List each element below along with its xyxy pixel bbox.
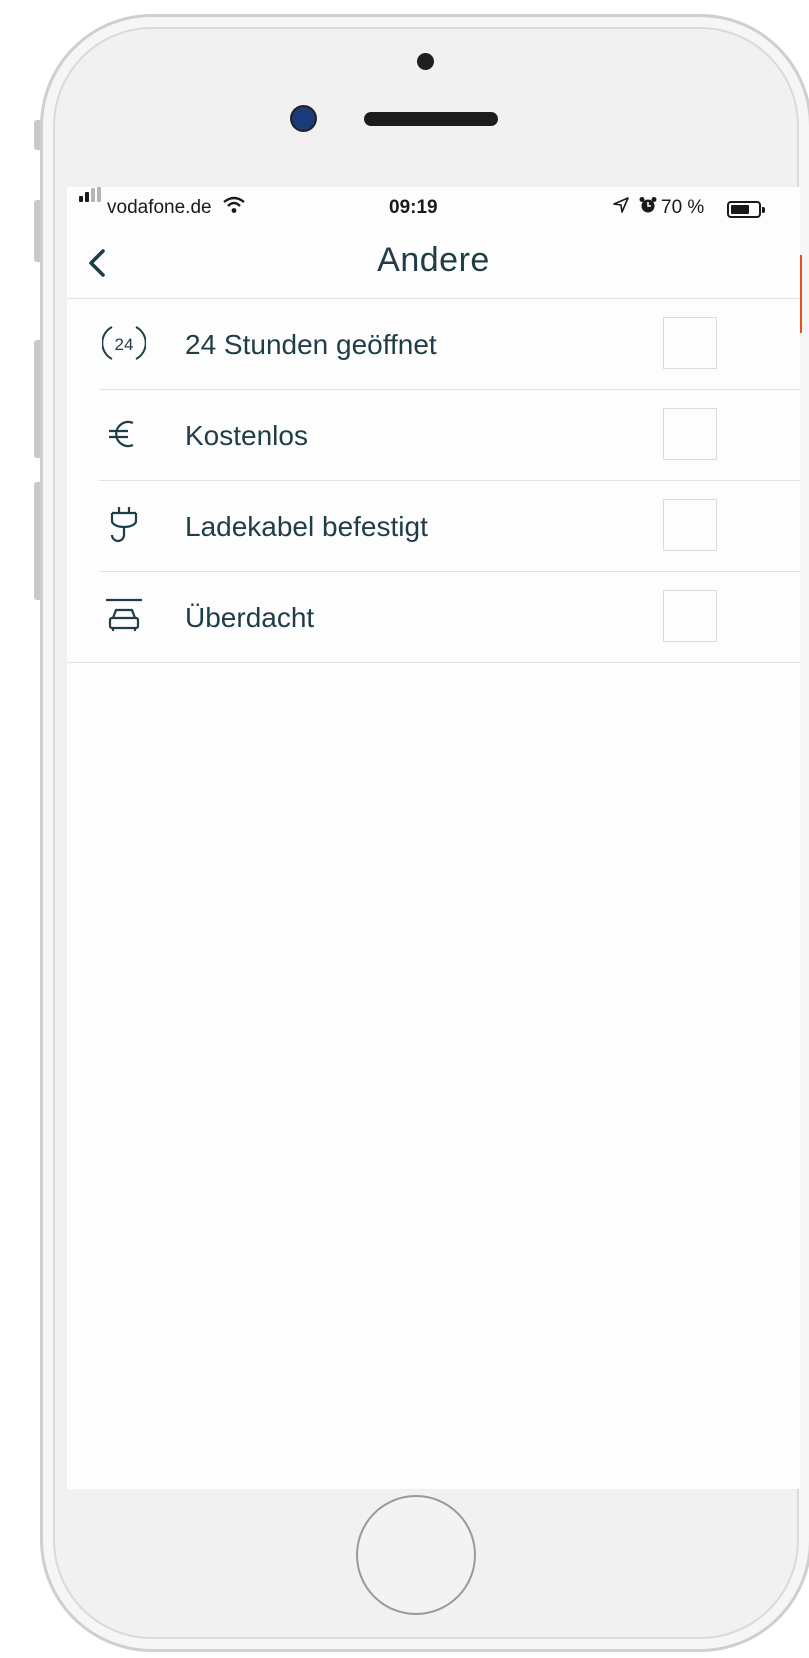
covered-car-icon <box>102 594 146 638</box>
home-button[interactable] <box>356 1495 476 1615</box>
alarm-clock-icon <box>639 196 657 219</box>
battery-percent: 70 % <box>661 197 705 218</box>
filter-checkbox[interactable] <box>663 590 717 642</box>
wifi-icon <box>223 196 245 219</box>
location-arrow-icon <box>612 196 630 219</box>
filter-label: Überdacht <box>185 602 315 633</box>
filter-checkbox[interactable] <box>663 408 717 460</box>
status-time: 09:19 <box>389 197 438 218</box>
filter-list: 24 24 Stunden geöffnet Kostenlos Ladekab… <box>67 299 800 663</box>
filter-row-cable[interactable]: Ladekabel befestigt <box>67 481 800 572</box>
page-title: Andere <box>377 241 490 279</box>
proximity-sensor <box>417 53 434 70</box>
euro-icon <box>102 412 146 456</box>
status-bar: vodafone.de 09:19 70 % <box>67 187 800 231</box>
carrier-name: vodafone.de <box>107 197 212 218</box>
navigation-bar: Andere <box>67 231 800 299</box>
earpiece-speaker <box>364 112 498 126</box>
filter-checkbox[interactable] <box>663 317 717 369</box>
filter-row-24-hours[interactable]: 24 24 Stunden geöffnet <box>67 299 800 390</box>
24-hours-icon: 24 <box>101 321 147 365</box>
plug-icon <box>102 503 146 547</box>
screen: vodafone.de 09:19 70 % Andere 24 24 Stun… <box>67 187 800 1489</box>
battery-icon <box>727 201 765 218</box>
filter-label: Ladekabel befestigt <box>185 511 428 542</box>
filter-label: 24 Stunden geöffnet <box>185 329 437 360</box>
filter-row-free[interactable]: Kostenlos <box>67 390 800 481</box>
svg-text:24: 24 <box>115 335 134 354</box>
filter-row-covered[interactable]: Überdacht <box>67 572 800 663</box>
filter-checkbox[interactable] <box>663 499 717 551</box>
front-camera <box>292 107 315 130</box>
filter-label: Kostenlos <box>185 420 308 451</box>
